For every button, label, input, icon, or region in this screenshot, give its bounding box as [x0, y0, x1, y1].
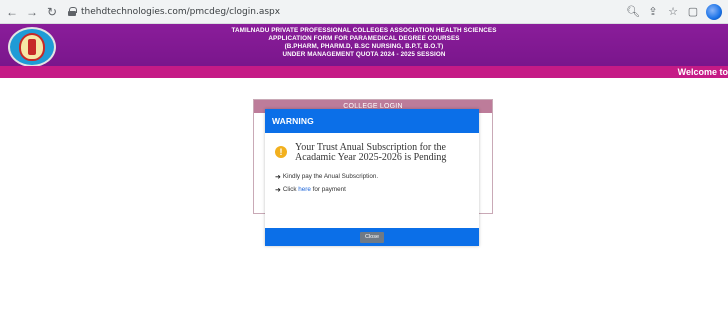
arrow-right-icon: ➜	[275, 173, 281, 181]
star-icon[interactable]: ☆	[666, 5, 680, 19]
dialog-footer: Close	[265, 228, 479, 246]
dialog-title: WARNING	[265, 109, 479, 133]
header-line-1: TAMILNADU PRIVATE PROFESSIONAL COLLEGES …	[231, 27, 497, 34]
instruction-payment-link: ➜ Click here for payment	[275, 185, 479, 194]
browser-toolbar: ← → ↻ thehdtechnologies.com/pmcdeg/clogi…	[0, 0, 728, 24]
close-button[interactable]: Close	[359, 231, 385, 243]
warning-icon: !	[275, 146, 287, 158]
payment-here-link[interactable]: here	[298, 186, 311, 193]
header-line-4: UNDER MANAGEMENT QUOTA 2024 - 2025 SESSI…	[282, 51, 446, 58]
header-line-3: (B.PHARM, PHARM.D, B.SC NURSING, B.P.T, …	[284, 43, 444, 50]
arrow-right-icon: ➜	[275, 186, 281, 194]
site-header: TAMILNADU PRIVATE PROFESSIONAL COLLEGES …	[0, 24, 728, 67]
forward-icon[interactable]: →	[24, 4, 40, 20]
header-line-2: APPLICATION FORM FOR PARAMEDICAL DEGREE …	[268, 35, 460, 42]
warning-message-line-2: Acadamic Year 2025-2026 is Pending	[295, 152, 447, 163]
url-text: thehdtechnologies.com/pmcdeg/clogin.aspx	[81, 6, 281, 17]
lock-icon	[68, 7, 77, 16]
welcome-marquee: Welcome to	[0, 66, 728, 78]
share-icon[interactable]: ⇪	[646, 5, 660, 19]
address-bar[interactable]: thehdtechnologies.com/pmcdeg/clogin.aspx	[68, 3, 626, 21]
dialog-body: ! Your Trust Anual Subscription for the …	[265, 133, 479, 228]
payment-prefix-text: Click	[282, 186, 297, 193]
sidebar-icon[interactable]: ▢	[686, 5, 700, 19]
profile-avatar[interactable]	[706, 3, 722, 20]
warning-message: Your Trust Anual Subscription for the Ac…	[295, 143, 446, 163]
welcome-text: Welcome to	[677, 67, 728, 77]
payment-suffix-text: for payment	[312, 186, 346, 193]
reload-icon[interactable]: ↻	[44, 4, 60, 20]
back-icon[interactable]: ←	[4, 4, 20, 20]
instruction-pay-text: Kindly pay the Anual Subscription.	[282, 173, 379, 180]
header-title: TAMILNADU PRIVATE PROFESSIONAL COLLEGES …	[0, 27, 728, 59]
warning-dialog: WARNING ! Your Trust Anual Subscription …	[265, 109, 479, 246]
zoom-icon[interactable]: 🔍︎	[626, 5, 640, 19]
instruction-pay: ➜ Kindly pay the Anual Subscription.	[275, 172, 479, 181]
